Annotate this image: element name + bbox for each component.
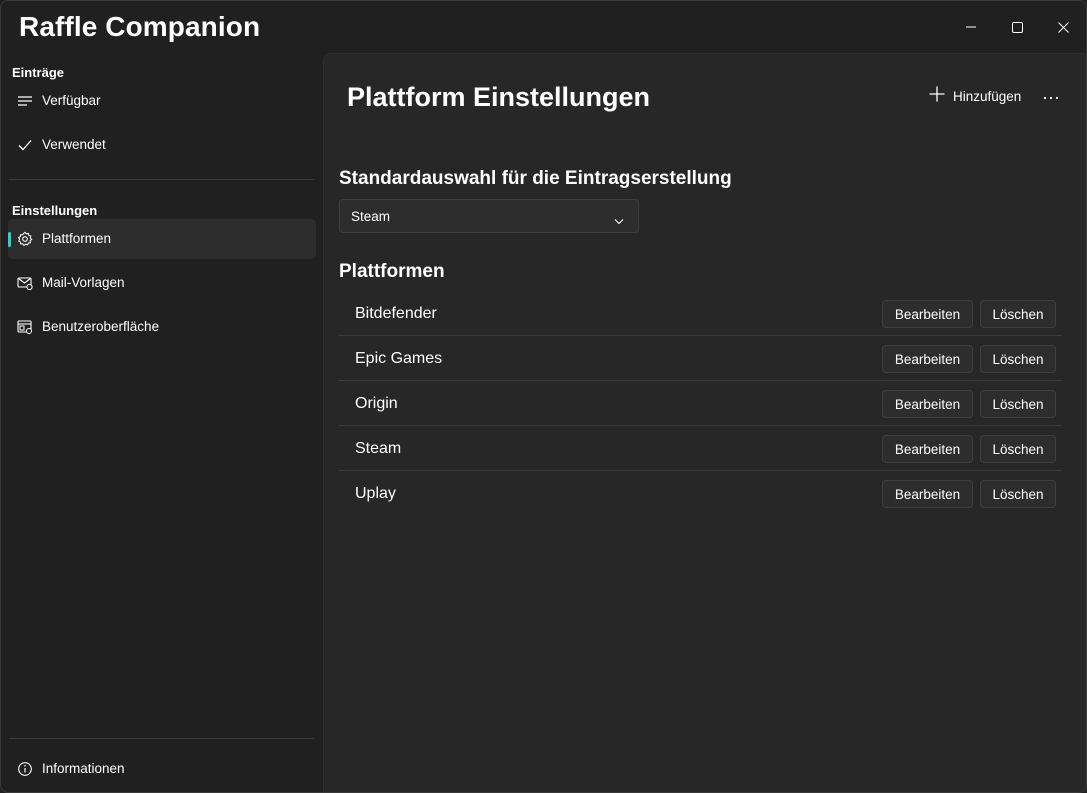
platform-list: Bitdefender Bearbeiten Löschen Epic Game… — [339, 291, 1062, 516]
platform-name: Epic Games — [355, 350, 443, 367]
sidebar-item-information[interactable]: Informationen — [8, 749, 316, 789]
minimize-icon — [966, 22, 976, 32]
edit-button[interactable]: Bearbeiten — [882, 480, 973, 508]
sidebar-item-user-interface[interactable]: Benutzeroberfläche — [8, 307, 316, 347]
platform-name: Origin — [355, 395, 398, 412]
default-platform-dropdown[interactable]: Steam — [339, 199, 639, 233]
plus-icon — [929, 86, 945, 107]
edit-button[interactable]: Bearbeiten — [882, 390, 973, 418]
nav-group-header-settings: Einstellungen — [12, 203, 98, 218]
list-icon — [17, 93, 33, 109]
add-button-label: Hinzufügen — [953, 88, 1022, 104]
sidebar-item-used[interactable]: Verwendet — [8, 125, 316, 165]
dropdown-selected-value: Steam — [351, 209, 391, 224]
sidebar-item-label: Benutzeroberfläche — [42, 319, 160, 334]
edit-button[interactable]: Bearbeiten — [882, 300, 973, 328]
list-item: Epic Games Bearbeiten Löschen — [339, 336, 1062, 381]
sidebar-item-label: Plattformen — [42, 231, 112, 246]
nav-group-header-entries: Einträge — [12, 65, 65, 80]
platform-name: Uplay — [355, 485, 396, 502]
window-controls — [948, 1, 1086, 53]
sidebar-item-label: Verfügbar — [42, 93, 101, 108]
title-bar: Raffle Companion — [1, 1, 1086, 53]
navigation-pane: Einträge Verfügbar Verwendet Einstellung… — [1, 53, 323, 792]
list-item: Uplay Bearbeiten Löschen — [339, 471, 1062, 516]
app-title: Raffle Companion — [19, 11, 261, 42]
delete-button[interactable]: Löschen — [980, 435, 1056, 463]
default-selection-heading: Standardauswahl für die Eintragserstellu… — [339, 168, 732, 189]
more-icon — [1043, 87, 1059, 105]
page-title: Plattform Einstellungen — [347, 82, 651, 112]
platform-name: Bitdefender — [355, 305, 437, 322]
sidebar-item-label: Mail-Vorlagen — [42, 275, 125, 290]
delete-button[interactable]: Löschen — [980, 390, 1056, 418]
more-options-button[interactable] — [1041, 84, 1061, 108]
sidebar-item-label: Informationen — [42, 761, 125, 776]
gear-icon — [17, 231, 33, 247]
content-frame: Plattform Einstellungen Hinzufügen Stand… — [323, 53, 1086, 792]
ui-settings-icon — [17, 319, 33, 335]
selection-indicator — [8, 232, 11, 247]
list-item: Bitdefender Bearbeiten Löschen — [339, 291, 1062, 336]
mail-settings-icon — [17, 275, 33, 291]
sidebar-item-mail-templates[interactable]: Mail-Vorlagen — [8, 263, 316, 303]
minimize-button[interactable] — [948, 1, 994, 53]
delete-button[interactable]: Löschen — [980, 345, 1056, 373]
edit-button[interactable]: Bearbeiten — [882, 435, 973, 463]
close-icon — [1057, 21, 1069, 33]
platforms-heading: Plattformen — [339, 261, 445, 282]
edit-button[interactable]: Bearbeiten — [882, 345, 973, 373]
add-button[interactable]: Hinzufügen — [929, 84, 1021, 108]
checkmark-icon — [17, 137, 33, 153]
delete-button[interactable]: Löschen — [980, 300, 1056, 328]
close-button[interactable] — [1040, 1, 1086, 53]
info-icon — [17, 761, 33, 777]
chevron-down-icon — [614, 212, 624, 230]
nav-separator — [9, 179, 314, 180]
maximize-button[interactable] — [994, 1, 1040, 53]
list-item: Steam Bearbeiten Löschen — [339, 426, 1062, 471]
delete-button[interactable]: Löschen — [980, 480, 1056, 508]
app-window: Raffle Companion Einträge Verfügbar Verw… — [0, 0, 1087, 793]
nav-footer-separator — [9, 738, 314, 739]
sidebar-item-label: Verwendet — [42, 137, 106, 152]
maximize-icon — [1011, 21, 1023, 33]
list-item: Origin Bearbeiten Löschen — [339, 381, 1062, 426]
platform-name: Steam — [355, 440, 402, 457]
sidebar-item-platforms[interactable]: Plattformen — [8, 219, 316, 259]
sidebar-item-available[interactable]: Verfügbar — [8, 81, 316, 121]
